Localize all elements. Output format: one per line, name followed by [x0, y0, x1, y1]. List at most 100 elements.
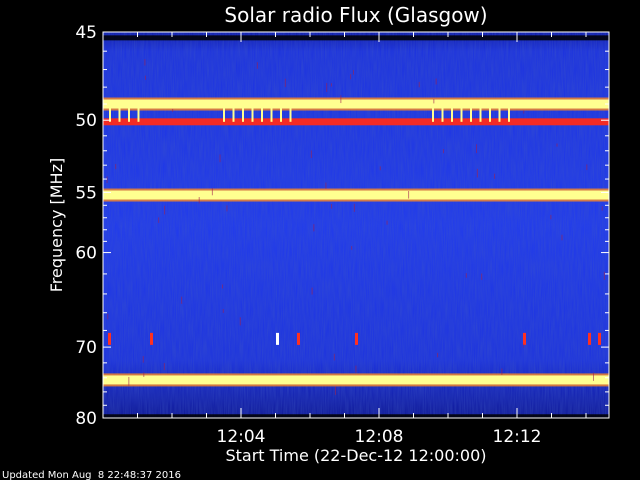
x-tick-label: 12:04 — [217, 427, 266, 447]
noise-speck — [106, 176, 108, 184]
y-tick-label: 50 — [75, 111, 97, 131]
noise-speck — [325, 182, 327, 189]
noise-speck — [284, 78, 286, 87]
interference-spike — [441, 104, 444, 122]
noise-speck — [476, 168, 478, 178]
interference-spike — [498, 104, 501, 122]
noise-speck — [550, 214, 552, 220]
noise-speck — [163, 363, 165, 371]
interference-spike — [460, 104, 463, 122]
noise-speck — [351, 246, 353, 250]
noise-speck — [586, 164, 588, 171]
noise-speck — [310, 150, 312, 159]
plot-area — [102, 31, 610, 420]
plot-noise — [103, 32, 609, 418]
noise-speck — [143, 372, 145, 377]
interference-spike — [432, 104, 434, 122]
noise-speck — [418, 81, 420, 88]
noise-speck — [386, 220, 388, 225]
interference-spike — [451, 104, 453, 122]
noise-speck — [311, 287, 313, 295]
noise-speck — [603, 271, 605, 280]
noise-speck — [144, 59, 146, 66]
noise-speck — [592, 372, 594, 381]
frequency-band — [103, 190, 609, 200]
noise-speck — [352, 70, 354, 75]
noise-speck — [333, 353, 335, 361]
noise-speck — [144, 75, 146, 80]
noise-speck — [142, 356, 144, 363]
x-axis-label: Start Time (22-Dec-12 12:00:00) — [225, 446, 486, 465]
noise-speck — [331, 204, 333, 209]
noise-speck — [501, 368, 503, 375]
noise-speck — [561, 234, 563, 241]
burst-spike — [523, 332, 526, 345]
frequency-band — [103, 99, 609, 109]
burst-spike — [355, 332, 358, 345]
noise-speck — [211, 188, 213, 196]
interference-spike — [223, 104, 225, 122]
chart-title: Solar radio Flux (Glasgow) — [224, 3, 487, 27]
burst-spike — [150, 332, 153, 345]
noise-speck — [221, 284, 223, 289]
noise-speck — [181, 296, 183, 304]
burst-spike — [598, 332, 601, 345]
noise-speck — [601, 206, 603, 211]
noise-speck — [442, 149, 444, 154]
noise-speck — [107, 313, 109, 320]
noise-speck — [334, 386, 336, 395]
noise-speck — [128, 376, 130, 386]
x-tick-label: 12:08 — [355, 427, 404, 447]
interference-spike — [128, 104, 130, 122]
interference-spike — [489, 104, 491, 122]
noise-speck — [465, 273, 467, 278]
noise-speck — [481, 273, 483, 280]
noise-speck — [476, 144, 478, 154]
burst-spike — [276, 332, 279, 345]
noise-speck — [226, 205, 228, 212]
frequency-band — [103, 375, 609, 385]
noise-speck — [353, 203, 355, 212]
noise-speck — [556, 143, 558, 147]
interference-spike — [251, 104, 254, 122]
noise-speck — [198, 197, 200, 204]
frequency-band — [103, 118, 609, 126]
burst-spike — [108, 332, 111, 345]
interference-spike — [508, 104, 510, 122]
noise-speck — [239, 317, 241, 326]
noise-speck — [350, 74, 352, 80]
noise-speck — [408, 191, 410, 199]
noise-speck — [172, 108, 174, 112]
y-tick-label: 60 — [75, 244, 97, 264]
y-tick-label: 55 — [75, 183, 97, 203]
y-axis-label: Frequency [MHz] — [47, 158, 66, 292]
y-tick-label: 70 — [75, 338, 97, 358]
noise-speck — [326, 82, 328, 92]
noise-speck — [115, 163, 117, 170]
interference-spike — [479, 104, 482, 122]
interference-spike — [261, 104, 263, 122]
noise-speck — [340, 95, 342, 104]
interference-spike — [137, 104, 140, 122]
noise-speck — [330, 83, 332, 87]
noise-speck — [313, 224, 315, 232]
burst-spike — [588, 332, 591, 345]
noise-speck — [355, 365, 357, 373]
x-tick-label: 12:12 — [493, 427, 542, 447]
burst-spike — [297, 332, 300, 345]
interference-spike — [232, 104, 235, 122]
y-tick-label: 80 — [75, 409, 97, 429]
noise-speck — [222, 309, 224, 313]
interference-spike — [242, 104, 244, 122]
updated-timestamp: Updated Mon Aug 8 22:48:37 2016 — [2, 470, 181, 480]
interference-spike — [470, 104, 472, 122]
interference-spike — [270, 104, 273, 122]
noise-speck — [523, 110, 525, 114]
noise-speck — [433, 99, 435, 104]
y-tick-label: 45 — [75, 23, 97, 43]
frequency-band — [103, 414, 609, 420]
noise-speck — [219, 154, 221, 163]
noise-speck — [164, 205, 166, 215]
noise-speck — [256, 62, 258, 69]
frequency-band — [103, 35, 609, 41]
